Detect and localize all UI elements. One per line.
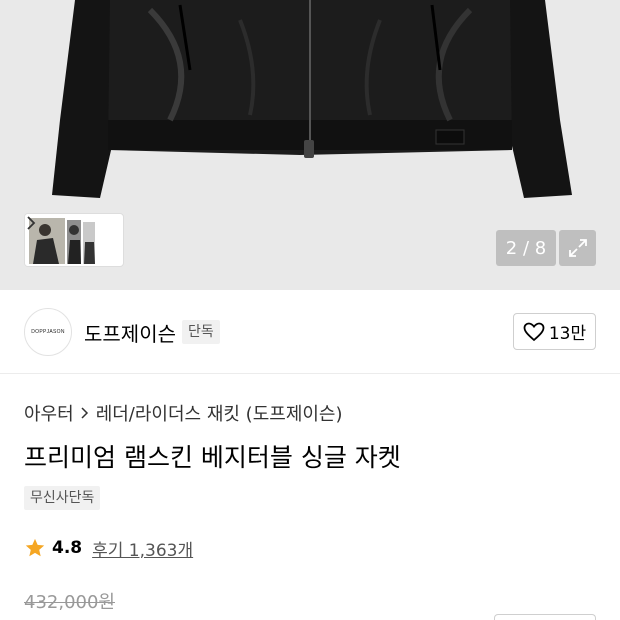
like-count: 13만: [548, 324, 587, 344]
rating-row: 4.8 후기 1,363개: [24, 536, 193, 561]
expand-button[interactable]: [559, 230, 596, 266]
brand-row: DOPPJASON 도프제이슨 단독 13만: [0, 290, 620, 374]
product-image-gallery[interactable]: 2 / 8: [0, 0, 620, 290]
review-count-link[interactable]: 후기 1,363개: [92, 536, 193, 561]
rating-value: 4.8: [52, 538, 83, 558]
coupon-button-partial[interactable]: [494, 614, 596, 620]
thumbnail-strip[interactable]: [24, 213, 124, 267]
exclusive-badge: 단독: [182, 320, 220, 344]
breadcrumb: 아우터 레더/라이더스 재킷 (도프제이슨): [24, 400, 343, 426]
breadcrumb-item-category[interactable]: 레더/라이더스 재킷 (도프제이슨): [96, 400, 343, 426]
brand-name[interactable]: 도프제이슨: [84, 318, 176, 347]
original-price: 432,000원: [24, 592, 115, 613]
like-button[interactable]: 13만: [513, 313, 596, 350]
brand-logo[interactable]: DOPPJASON: [24, 308, 72, 356]
chevron-right-icon[interactable]: [25, 214, 37, 232]
thumbnail-images: [25, 214, 105, 266]
star-icon: [25, 538, 45, 557]
breadcrumb-item-outer[interactable]: 아우터: [24, 400, 74, 426]
musinsa-exclusive-tag: 무신사단독: [24, 486, 101, 510]
chevron-right-icon: [81, 407, 88, 419]
heart-icon: [523, 322, 545, 341]
product-title: 프리미엄 램스킨 베지터블 싱글 자켓: [24, 443, 401, 472]
expand-icon: [568, 239, 587, 257]
image-counter: 2 / 8: [496, 230, 556, 266]
